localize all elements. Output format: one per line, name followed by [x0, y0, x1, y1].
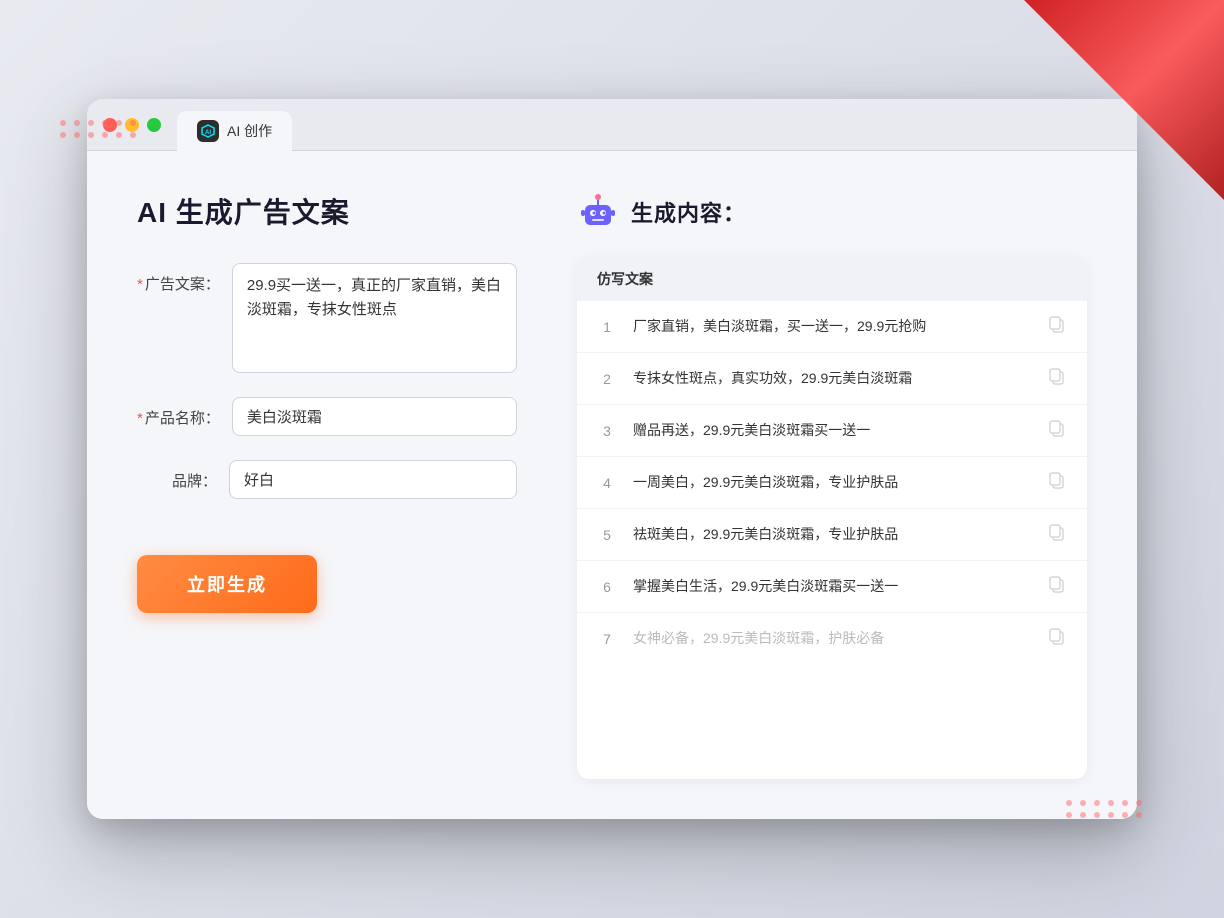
table-row: 7 女神必备，29.9元美白淡斑霜，护肤必备 [577, 613, 1087, 664]
brand-label: 品牌： [137, 460, 217, 491]
table-row: 3 赠品再送，29.9元美白淡斑霜买一送一 [577, 405, 1087, 457]
row-text: 掌握美白生活，29.9元美白淡斑霜买一送一 [633, 576, 1031, 597]
product-name-input[interactable] [232, 397, 517, 436]
maximize-button[interactable] [147, 118, 161, 132]
page-title: AI 生成广告文案 [137, 191, 517, 231]
copy-icon[interactable] [1047, 522, 1067, 547]
product-required: * [137, 410, 143, 427]
copy-icon[interactable] [1047, 418, 1067, 443]
brand-input[interactable] [229, 460, 517, 499]
row-number: 6 [597, 579, 617, 595]
table-header: 仿写文案 [577, 257, 1087, 301]
ad-copy-label: *广告文案： [137, 263, 220, 294]
table-row: 1 厂家直销，美白淡斑霜，买一送一，29.9元抢购 [577, 301, 1087, 353]
tab-label: AI 创作 [227, 121, 272, 141]
tab-ai-icon: AI [197, 120, 219, 142]
title-bar: AI AI 创作 [87, 99, 1137, 151]
table-row: 6 掌握美白生活，29.9元美白淡斑霜买一送一 [577, 561, 1087, 613]
row-number: 7 [597, 631, 617, 647]
result-header: 生成内容： [577, 191, 1087, 233]
row-text: 女神必备，29.9元美白淡斑霜，护肤必备 [633, 628, 1031, 649]
product-name-label: *产品名称： [137, 397, 220, 428]
table-row: 5 祛斑美白，29.9元美白淡斑霜，专业护肤品 [577, 509, 1087, 561]
robot-icon [577, 191, 619, 233]
generate-button[interactable]: 立即生成 [137, 555, 317, 613]
dots-decoration-tl [60, 120, 138, 138]
row-text: 赠品再送，29.9元美白淡斑霜买一送一 [633, 420, 1031, 441]
browser-window: AI AI 创作 AI 生成广告文案 *广告文案： *产品名称： [87, 99, 1137, 819]
copy-icon[interactable] [1047, 626, 1067, 651]
result-title: 生成内容： [631, 196, 746, 228]
copy-icon[interactable] [1047, 314, 1067, 339]
row-number: 2 [597, 371, 617, 387]
row-number: 4 [597, 475, 617, 491]
row-number: 3 [597, 423, 617, 439]
row-number: 1 [597, 319, 617, 335]
copy-icon[interactable] [1047, 470, 1067, 495]
ad-copy-group: *广告文案： [137, 263, 517, 373]
copy-icon[interactable] [1047, 574, 1067, 599]
table-row: 2 专抹女性斑点，真实功效，29.9元美白淡斑霜 [577, 353, 1087, 405]
left-panel: AI 生成广告文案 *广告文案： *产品名称： 品牌： 立 [137, 191, 517, 779]
copy-icon[interactable] [1047, 366, 1067, 391]
right-panel: 生成内容： 仿写文案 1 厂家直销，美白淡斑霜，买一送一，29.9元抢购 2 专抹女… [577, 191, 1087, 779]
product-name-group: *产品名称： [137, 397, 517, 436]
table-row: 4 一周美白，29.9元美白淡斑霜，专业护肤品 [577, 457, 1087, 509]
ad-copy-required: * [137, 276, 143, 293]
row-number: 5 [597, 527, 617, 543]
row-text: 一周美白，29.9元美白淡斑霜，专业护肤品 [633, 472, 1031, 493]
content-area: AI 生成广告文案 *广告文案： *产品名称： 品牌： 立 [87, 151, 1137, 819]
brand-group: 品牌： [137, 460, 517, 499]
row-text: 专抹女性斑点，真实功效，29.9元美白淡斑霜 [633, 368, 1031, 389]
row-text: 厂家直销，美白淡斑霜，买一送一，29.9元抢购 [633, 316, 1031, 337]
ai-creation-tab[interactable]: AI AI 创作 [177, 111, 292, 151]
ad-copy-input[interactable] [232, 263, 517, 373]
row-text: 祛斑美白，29.9元美白淡斑霜，专业护肤品 [633, 524, 1031, 545]
dots-decoration-br [1066, 800, 1144, 818]
results-table: 仿写文案 1 厂家直销，美白淡斑霜，买一送一，29.9元抢购 2 专抹女性斑点，真实… [577, 257, 1087, 779]
svg-text:AI: AI [205, 130, 211, 136]
